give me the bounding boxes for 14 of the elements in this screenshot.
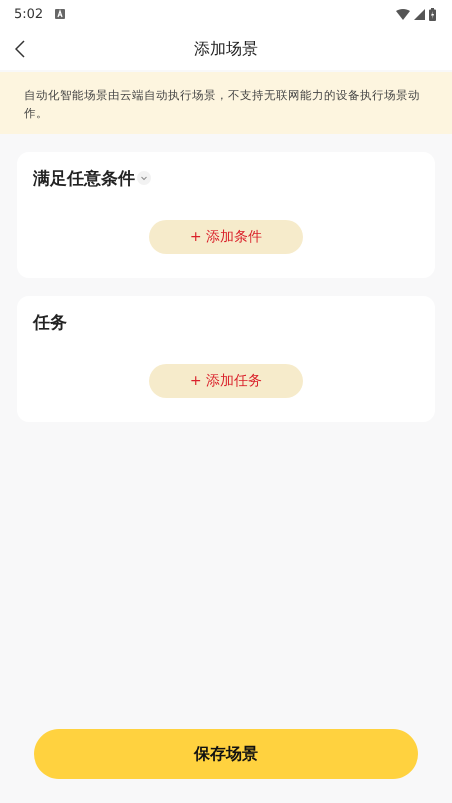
add-button[interactable]: + 添加条件 — [149, 220, 303, 254]
back-icon[interactable] — [15, 40, 25, 58]
page-title: 添加场景 — [194, 38, 258, 60]
chevron-down-icon[interactable] — [137, 171, 151, 185]
wifi-icon — [396, 8, 410, 20]
signal-icon — [414, 8, 425, 20]
add-button[interactable]: + 添加任务 — [149, 364, 303, 398]
section-title: 任务 — [33, 312, 67, 334]
save-button[interactable]: 保存场景 — [34, 729, 418, 779]
section-title: 满足任意条件 — [33, 168, 135, 190]
status-time: 5:02 — [14, 6, 44, 22]
notice-text: 自动化智能场景由云端自动执行场景，不支持无联网能力的设备执行场景动作。 — [24, 88, 420, 120]
battery-icon — [429, 8, 436, 20]
notification-icon — [55, 9, 66, 19]
